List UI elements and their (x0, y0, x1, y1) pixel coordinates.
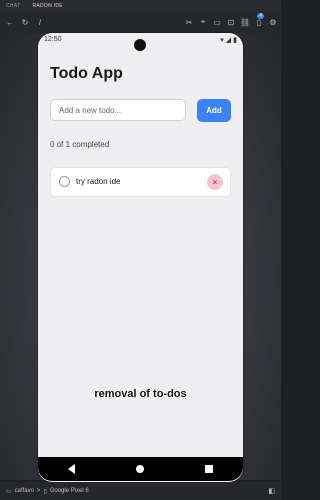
device-name[interactable]: Google Pixel 8 (50, 488, 89, 494)
add-todo-button[interactable]: Add (197, 99, 231, 122)
tools-icon[interactable]: ✂ (185, 18, 193, 27)
tab-radon-ide[interactable]: RADON IDE (26, 3, 68, 9)
inspect-icon[interactable]: ⌖ (199, 17, 207, 26)
delete-todo-button[interactable]: × (207, 174, 223, 190)
video-caption: removal of to-dos (94, 388, 187, 400)
new-todo-input[interactable] (50, 99, 186, 121)
status-time: 12:50 (44, 36, 62, 43)
path-separator: > (36, 488, 41, 494)
battery-icon: ▮ (233, 37, 237, 44)
url-path[interactable]: / (36, 18, 44, 27)
back-icon[interactable] (68, 464, 76, 474)
project-name[interactable]: caffavo (15, 488, 34, 494)
panel-icon[interactable]: ◧ (268, 487, 275, 495)
reload-icon[interactable]: ↻ (21, 18, 29, 27)
android-nav-bar (38, 457, 243, 481)
todo-text: try radon ide (76, 177, 121, 186)
settings-icon[interactable]: ⚙ (269, 18, 277, 27)
close-icon: × (212, 177, 218, 187)
phone-status-bar: 12:50 ▾ ◢ ▮ (38, 33, 243, 51)
signal-icon: ◢ (225, 37, 232, 44)
todo-checkbox[interactable] (59, 176, 70, 187)
phone-screen: 12:50 ▾ ◢ ▮ Todo App Add 0 of 1 complete… (38, 33, 243, 482)
recents-icon[interactable] (204, 465, 213, 473)
folder-icon: ▭ (6, 488, 12, 495)
screenshot-icon[interactable]: ⊡ (227, 18, 235, 27)
tab-chat[interactable]: CHAT (0, 3, 26, 9)
todo-item: try radon ide × (50, 167, 231, 197)
home-icon[interactable] (135, 465, 144, 473)
back-arrow-icon[interactable]: ← (6, 18, 14, 27)
link-icon[interactable]: ⛓ (240, 18, 250, 27)
ide-tab-bar: CHAT RADON IDE (0, 0, 281, 11)
ide-status-bar: ▭ caffavo > ▯ Google Pixel 8 ◧ (0, 482, 281, 500)
wifi-icon: ▾ (220, 37, 224, 44)
device-settings-icon[interactable]: ▯ (255, 18, 263, 27)
app-title: Todo App (50, 65, 123, 82)
completion-counter: 0 of 1 completed (50, 140, 110, 149)
phone-icon: ▯ (43, 488, 47, 495)
ide-toolbar: ← ↻ / ✂ ⌖ ▭ ⊡ ⛓ ▯ ⚙ 4 (0, 11, 281, 33)
ide-window: CHAT RADON IDE ← ↻ / ✂ ⌖ ▭ ⊡ ⛓ ▯ ⚙ 4 12:… (0, 0, 281, 500)
notification-badge: 4 (257, 13, 264, 19)
front-camera (134, 39, 146, 51)
record-icon[interactable]: ▭ (213, 18, 221, 27)
